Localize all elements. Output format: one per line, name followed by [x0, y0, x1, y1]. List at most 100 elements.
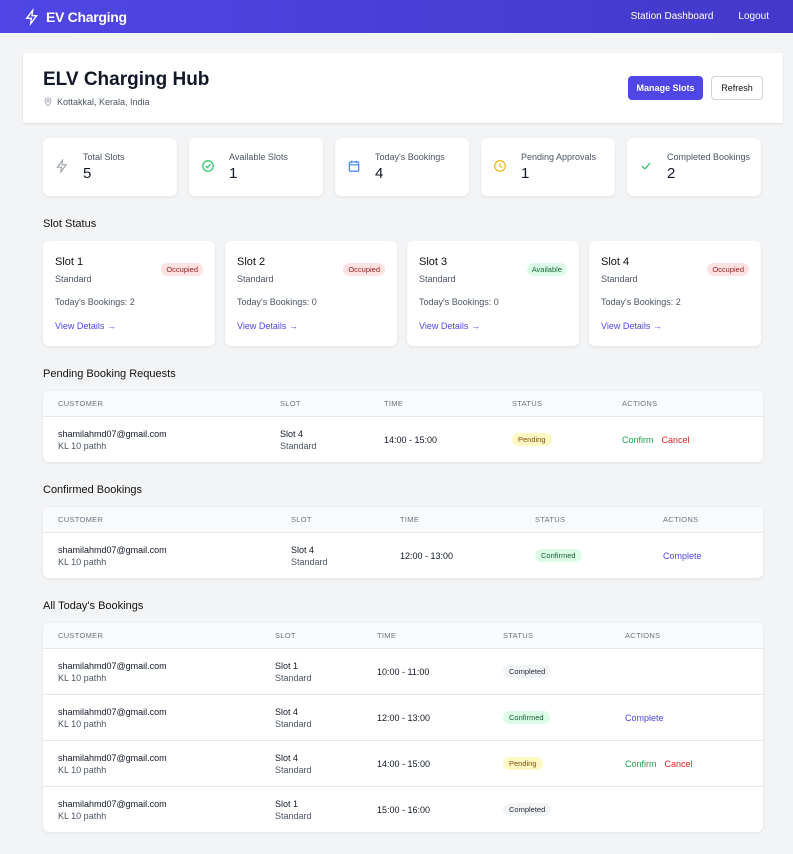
column-header: SLOT	[280, 399, 301, 408]
section-title: Slot Status	[43, 218, 97, 230]
column-header: STATUS	[535, 515, 566, 524]
column-header: CUSTOMER	[58, 515, 104, 524]
status-badge: Pending	[503, 757, 543, 770]
slot-bookings: Today's Bookings: 0	[419, 297, 499, 307]
slot-name: Slot 3	[419, 256, 448, 268]
location: Kottakkal, Kerala, India	[43, 96, 150, 107]
stat-value: 2	[667, 165, 676, 182]
vehicle: KL 10 pathh	[58, 556, 107, 567]
view-details-link[interactable]: View Details →	[237, 321, 298, 331]
complete-button[interactable]: Complete	[625, 713, 664, 723]
slot-name: Slot 1	[275, 798, 299, 809]
table-row: shamilahmd07@gmail.com KL 10 pathh Slot 1…	[43, 648, 763, 694]
time: 12:00 - 13:00	[400, 550, 454, 561]
clock-icon	[494, 160, 506, 172]
refresh-button[interactable]: Refresh	[711, 76, 763, 100]
cancel-button[interactable]: Cancel	[665, 759, 693, 769]
slot-type: Standard	[280, 440, 317, 451]
column-header: SLOT	[291, 515, 312, 524]
page-title: ELV Charging Hub	[43, 69, 210, 90]
slot-name: Slot 1	[275, 660, 299, 671]
confirm-button[interactable]: Confirm	[625, 759, 657, 769]
slot-type: Standard	[291, 556, 328, 567]
map-pin-icon	[44, 97, 52, 107]
station-header: ELV Charging Hub Kottakkal, Kerala, Indi…	[23, 53, 783, 123]
slot-card: Slot 2 Standard Occupied Today's Booking…	[225, 241, 397, 346]
time: 14:00 - 15:00	[377, 758, 431, 769]
stats-row: Total Slots 5 Available Slots 1 Today's …	[43, 138, 761, 196]
slot-type: Standard	[601, 274, 638, 284]
status-badge: Pending	[512, 433, 552, 446]
stat-card: Pending Approvals 1	[481, 138, 615, 196]
table-row: shamilahmd07@gmail.com KL 10 pathh Slot 1…	[43, 786, 763, 832]
slot-type: Standard	[275, 810, 312, 821]
column-header: CUSTOMER	[58, 399, 104, 408]
vehicle: KL 10 pathh	[58, 718, 107, 729]
slot-bookings: Today's Bookings: 0	[237, 297, 317, 307]
slot-bookings: Today's Bookings: 2	[55, 297, 135, 307]
vehicle: KL 10 pathh	[58, 764, 107, 775]
view-details-link[interactable]: View Details →	[601, 321, 662, 331]
time: 14:00 - 15:00	[384, 434, 438, 445]
customer-email: shamilahmd07@gmail.com	[58, 544, 167, 555]
time: 12:00 - 13:00	[377, 712, 431, 723]
vehicle: KL 10 pathh	[58, 810, 107, 821]
status-badge: Confirmed	[535, 549, 582, 562]
customer-email: shamilahmd07@gmail.com	[58, 706, 167, 717]
stat-label: Pending Approvals	[521, 152, 597, 162]
customer-email: shamilahmd07@gmail.com	[58, 798, 167, 809]
slot-card: Slot 1 Standard Occupied Today's Booking…	[43, 241, 215, 346]
view-details-link[interactable]: View Details →	[419, 321, 480, 331]
bolt-icon	[56, 159, 68, 173]
stat-card: Today's Bookings 4	[335, 138, 469, 196]
slot-card: Slot 4 Standard Occupied Today's Booking…	[589, 241, 761, 346]
vehicle: KL 10 pathh	[58, 440, 107, 451]
view-details-link[interactable]: View Details →	[55, 321, 116, 331]
confirm-button[interactable]: Confirm	[622, 435, 654, 445]
column-header: TIME	[400, 515, 420, 524]
column-header: TIME	[377, 631, 397, 640]
vehicle: KL 10 pathh	[58, 672, 107, 683]
slot-name: Slot 2	[237, 256, 266, 268]
stat-value: 1	[521, 165, 530, 182]
stat-card: Total Slots 5	[43, 138, 177, 196]
slot-grid: Slot 1 Standard Occupied Today's Booking…	[43, 241, 761, 346]
slot-type: Standard	[275, 718, 312, 729]
slot-name: Slot 1	[55, 256, 84, 268]
slot-name: Slot 4	[275, 752, 299, 763]
complete-button[interactable]: Complete	[663, 551, 702, 561]
slot-type: Standard	[237, 274, 274, 284]
brand-logo[interactable]: EV Charging	[24, 7, 127, 26]
table-header: CUSTOMER SLOT TIME STATUS ACTIONS	[43, 623, 763, 648]
status-badge: Occupied	[161, 263, 203, 276]
section-title: Confirmed Bookings	[43, 484, 143, 496]
status-badge: Occupied	[343, 263, 385, 276]
nav-station-dashboard[interactable]: Station Dashboard	[631, 11, 714, 22]
status-badge: Available	[526, 263, 567, 276]
slot-name: Slot 4	[280, 428, 304, 439]
slot-name: Slot 4	[291, 544, 315, 555]
time: 10:00 - 11:00	[377, 666, 430, 677]
nav-logout[interactable]: Logout	[738, 11, 769, 22]
table-header: CUSTOMER SLOT TIME STATUS ACTIONS	[43, 507, 763, 532]
column-header: CUSTOMER	[58, 631, 104, 640]
stat-card: Completed Bookings 2	[627, 138, 761, 196]
table-row: shamilahmd07@gmail.com KL 10 pathh Slot 4…	[43, 532, 763, 578]
manage-slots-button[interactable]: Manage Slots	[628, 76, 703, 100]
stat-value: 4	[375, 165, 384, 182]
column-header: STATUS	[503, 631, 534, 640]
status-badge: Occupied	[707, 263, 749, 276]
column-header: SLOT	[275, 631, 296, 640]
stat-card: Available Slots 1	[189, 138, 323, 196]
status-badge: Confirmed	[503, 711, 550, 724]
customer-email: shamilahmd07@gmail.com	[58, 660, 167, 671]
calendar-icon	[348, 160, 360, 172]
cancel-button[interactable]: Cancel	[662, 435, 690, 445]
column-header: ACTIONS	[663, 515, 699, 524]
column-header: STATUS	[512, 399, 543, 408]
stat-label: Today's Bookings	[375, 152, 445, 162]
check-icon	[641, 162, 651, 170]
stat-label: Completed Bookings	[667, 152, 751, 162]
table-row: shamilahmd07@gmail.com KL 10 pathh Slot 4…	[43, 416, 763, 462]
status-badge: Completed	[503, 665, 552, 678]
